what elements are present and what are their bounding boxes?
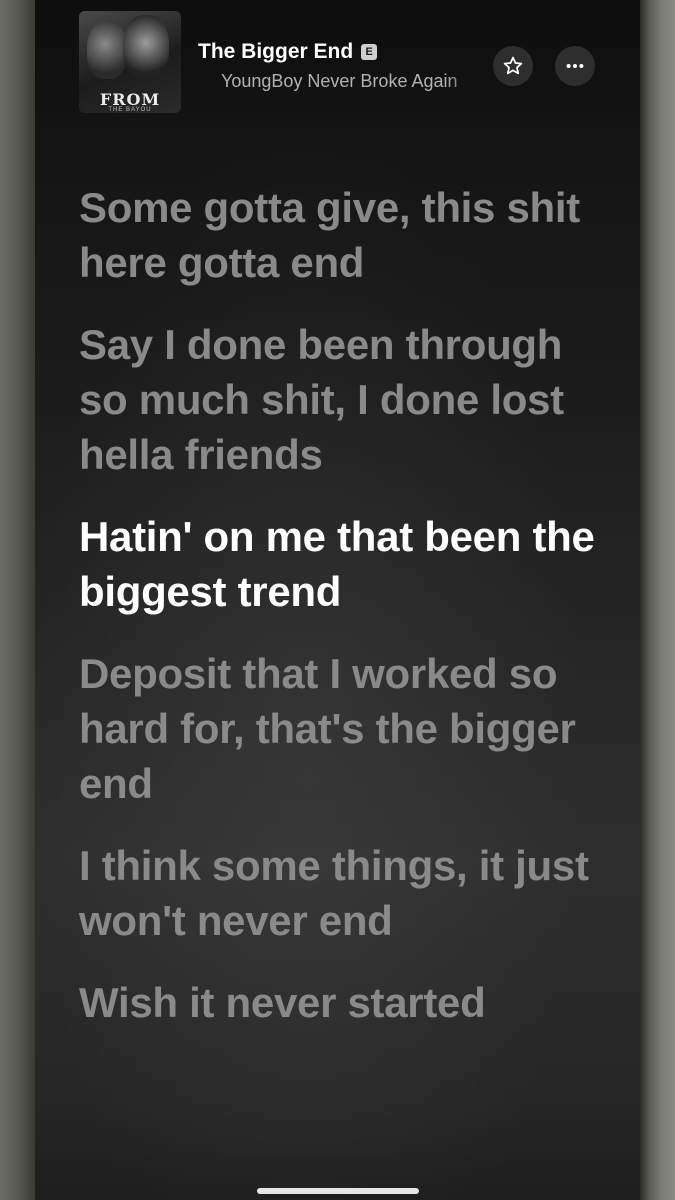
artwork-subtitle: THE BAYOU xyxy=(108,107,152,113)
favorite-button[interactable] xyxy=(493,46,533,86)
device-edge xyxy=(640,0,675,1200)
lyric-line[interactable]: Some gotta give, this shit here gotta en… xyxy=(79,180,599,290)
artist-name[interactable]: YoungBoy Never Broke Again xyxy=(221,71,485,92)
home-indicator[interactable] xyxy=(257,1188,419,1194)
artwork-portrait-right xyxy=(123,15,169,77)
lyrics-list: Some gotta give, this shit here gotta en… xyxy=(79,180,599,1030)
lyric-line[interactable]: I think some things, it just won't never… xyxy=(79,838,599,948)
artwork-portrait-left xyxy=(87,21,127,79)
explicit-badge: E xyxy=(361,44,378,60)
artwork-title: FROM xyxy=(99,90,161,109)
title-row: The Bigger End E xyxy=(198,40,378,64)
lyric-line[interactable]: Say I done been through so much shit, I … xyxy=(79,317,599,482)
album-artwork[interactable]: FROM THE BAYOU xyxy=(79,11,181,113)
star-outline-icon xyxy=(503,56,523,75)
lyric-line[interactable]: Deposit that I worked so hard for, that'… xyxy=(79,646,599,811)
now-playing-header: FROM THE BAYOU The Bigger End E YoungBoy… xyxy=(35,0,640,130)
lyric-line[interactable]: Wish it never started xyxy=(79,975,599,1030)
song-title[interactable]: The Bigger End xyxy=(198,40,353,64)
more-options-button[interactable] xyxy=(555,46,595,86)
lyrics-screen: FROM THE BAYOU The Bigger End E YoungBoy… xyxy=(35,0,640,1200)
ellipsis-icon xyxy=(566,63,584,69)
lyric-line-active[interactable]: Hatin' on me that been the biggest trend xyxy=(79,509,599,619)
